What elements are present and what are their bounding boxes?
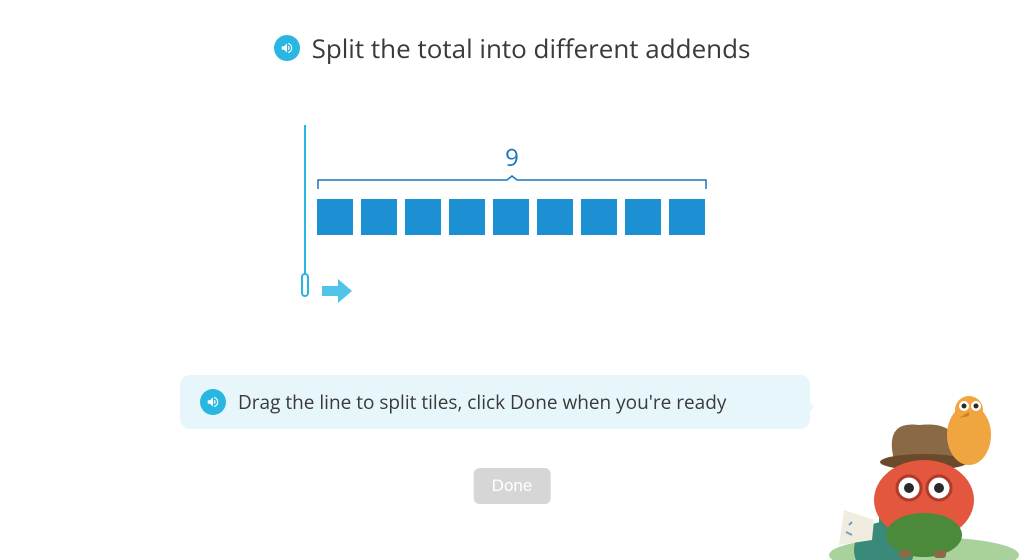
- done-button[interactable]: Done: [474, 468, 551, 504]
- tile: [625, 199, 661, 235]
- hint-bubble: Drag the line to split tiles, click Done…: [180, 375, 810, 429]
- tiles-row: [317, 199, 705, 235]
- tile: [317, 199, 353, 235]
- question-title: Split the total into different addends: [312, 30, 751, 66]
- drag-right-arrow-icon: [322, 279, 352, 303]
- tile: [405, 199, 441, 235]
- exercise-area: 9: [292, 141, 732, 341]
- speaker-icon[interactable]: [200, 389, 226, 415]
- tile: [537, 199, 573, 235]
- brace-annotation: [317, 175, 707, 189]
- tile: [493, 199, 529, 235]
- mascot-character: [824, 360, 1024, 560]
- total-value: 9: [505, 141, 519, 174]
- tile: [361, 199, 397, 235]
- tile: [449, 199, 485, 235]
- slider-knob[interactable]: [301, 273, 309, 297]
- speaker-icon[interactable]: [274, 35, 300, 61]
- hint-text: Drag the line to split tiles, click Done…: [238, 389, 726, 415]
- question-header: Split the total into different addends: [0, 0, 1024, 66]
- tile: [669, 199, 705, 235]
- tile: [581, 199, 617, 235]
- split-slider[interactable]: [304, 125, 306, 293]
